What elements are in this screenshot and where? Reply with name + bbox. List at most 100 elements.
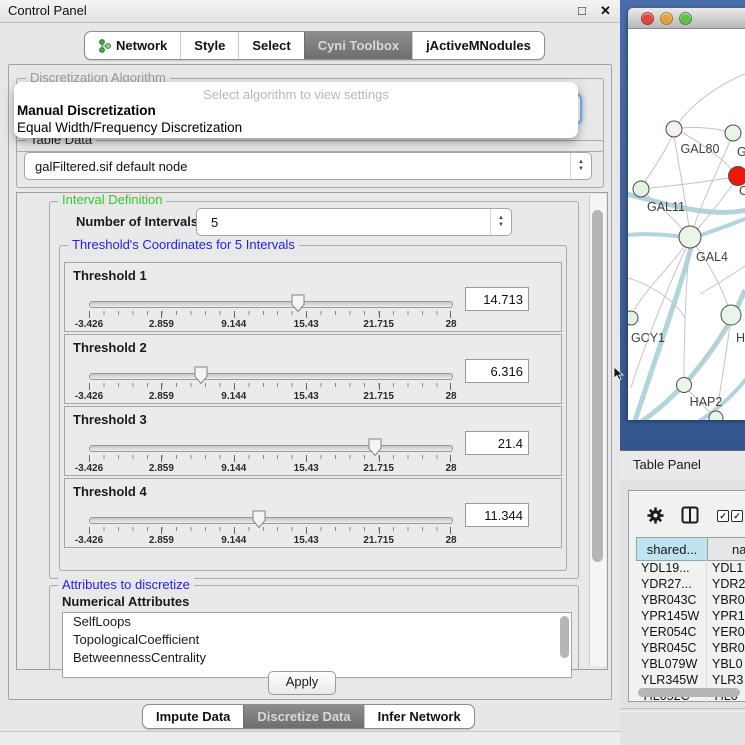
checkbox-icon[interactable]: ✓ [731,510,743,522]
columns-icon[interactable] [681,506,699,524]
float-window-icon[interactable]: □ [578,3,586,18]
table-cell-shared-name[interactable]: YBR043C [636,592,707,608]
mouse-cursor [613,366,624,381]
table-cell-name[interactable]: YER0 [707,624,745,640]
network-node[interactable] [725,125,741,141]
slider-ticks [89,527,451,534]
network-edge[interactable] [644,136,672,183]
threshold-4-value-field[interactable] [465,503,529,527]
bottom-strip [0,731,620,745]
table-data-combobox[interactable]: galFiltered.sif default node ▲ ▼ [24,152,592,180]
number-of-intervals-label: Number of Intervals [76,214,198,229]
tab-jactivemnodules[interactable]: jActiveMNodules [412,32,544,59]
number-of-intervals-value: 5 [197,215,490,230]
network-edge[interactable] [649,178,728,188]
threshold-3-slider[interactable]: -3.426 2.859 9.144 15.43 21.715 28 [89,437,451,473]
zoom-traffic-light[interactable] [679,12,692,25]
network-node[interactable] [628,311,638,325]
combo-stepper-icon[interactable]: ▲ ▼ [570,153,591,179]
slider-track[interactable] [89,517,453,524]
minimize-traffic-light[interactable] [660,12,673,25]
threshold-1-label: Threshold 1 [73,268,147,283]
list-item[interactable]: BetweennessCentrality [63,649,571,667]
list-item[interactable]: TopologicalCoefficient [63,631,571,649]
table-panel-title: Table Panel [633,457,701,472]
slider-track[interactable] [89,373,453,380]
network-edge[interactable] [631,248,686,388]
table-cell-shared-name[interactable]: YDR27... [636,576,707,592]
column-header-name[interactable]: na [707,537,745,561]
table-cell-shared-name[interactable]: YLR345W [636,672,707,688]
network-edge[interactable] [698,184,733,229]
slider-track[interactable] [89,445,453,452]
screen: Control Panel □ ✕ Network Style Select C… [0,0,745,745]
threshold-1-value-field[interactable] [465,287,529,311]
network-node[interactable] [721,305,741,325]
checkbox-icon[interactable]: ✓ [717,510,729,522]
tab-network[interactable]: Network [85,32,180,59]
combo-stepper-icon[interactable]: ▲ ▼ [490,209,511,235]
tab-discretize-data[interactable]: Discretize Data [243,705,363,728]
network-node[interactable] [666,121,682,137]
tab-infer-network[interactable]: Infer Network [364,705,474,728]
network-node-label: GAL80 [681,142,720,156]
network-node[interactable] [679,226,701,248]
table-cell-name[interactable]: YPR1 [707,608,745,624]
numerical-attributes-list: SelfLoops TopologicalCoefficient Between… [62,612,572,678]
table-cell-name[interactable]: YDR2 [707,576,745,592]
network-node[interactable] [633,181,649,197]
table-cell-shared-name[interactable]: YBR045C [636,640,707,656]
table-browser-box: ✓ ✓ shared... na YDL19...YDL1YDR27...YDR… [628,490,745,702]
tab-style[interactable]: Style [180,32,238,59]
threshold-3-value-field[interactable] [465,431,529,455]
network-edge[interactable] [700,266,745,294]
algorithm-option-manual[interactable]: Manual Discretization [17,103,156,118]
settings-scrollbar-track[interactable] [589,194,606,666]
column-header-shared-name[interactable]: shared... [636,537,708,561]
table-cell-shared-name[interactable]: YDL19... [636,560,707,576]
list-item[interactable]: SelfLoops [63,613,571,631]
table-cell-name[interactable]: YBL0 [707,656,745,672]
threshold-1-slider[interactable]: -3.426 2.859 9.144 15.43 21.715 28 [89,293,451,329]
tab-cyni-toolbox[interactable]: Cyni Toolbox [304,32,412,59]
network-window-titlebar[interactable] [628,8,745,29]
network-node[interactable] [709,411,723,420]
list-scrollbar[interactable] [560,616,569,658]
network-node[interactable] [677,378,692,393]
apply-button[interactable]: Apply [268,671,336,695]
threshold-2-slider[interactable]: -3.426 2.859 9.144 15.43 21.715 28 [89,365,451,401]
tab-impute-data-label: Impute Data [156,709,230,724]
algorithm-option-equal-width[interactable]: Equal Width/Frequency Discretization [17,120,242,135]
slider-tick-labels: -3.426 2.859 9.144 15.43 21.715 28 [89,463,451,475]
tab-style-label: Style [194,38,225,53]
number-of-intervals-combobox[interactable]: 5 ▲ ▼ [196,208,512,236]
table-cell-shared-name[interactable]: YPR145W [636,608,707,624]
threshold-4-slider[interactable]: -3.426 2.859 9.144 15.43 21.715 28 [89,509,451,545]
network-edge[interactable] [682,127,725,131]
network-edge[interactable] [678,74,745,124]
threshold-1-panel: Threshold 1 -3.426 2.859 9.144 15.43 21.… [64,262,562,332]
close-traffic-light[interactable] [641,12,654,25]
table-cell-shared-name[interactable]: YER054C [636,624,707,640]
network-edge[interactable] [628,234,682,237]
algorithm-placeholder: Select algorithm to view settings [14,87,578,102]
table-hscrollbar-thumb[interactable] [638,688,740,697]
cyni-bottom-tabbar: Impute Data Discretize Data Infer Networ… [142,704,475,729]
table-cell-name[interactable]: YBR0 [707,592,745,608]
tab-select[interactable]: Select [238,32,303,59]
settings-scrollbar-thumb[interactable] [592,210,603,562]
table-cell-name[interactable]: YBR0 [707,640,745,656]
table-cell-name[interactable]: YLR3 [707,672,745,688]
table-cell-shared-name[interactable]: YBL079W [636,656,707,672]
close-window-icon[interactable]: ✕ [600,3,611,19]
threshold-4-label: Threshold 4 [73,484,147,499]
network-graph[interactable]: GAL80GACGAL11GAL4GCY1HHAP2 [628,28,745,420]
threshold-2-value-field[interactable] [465,359,529,383]
slider-ticks [89,455,451,462]
table-cell-name[interactable]: YDL1 [707,560,745,576]
gear-icon[interactable] [647,507,664,524]
network-node[interactable] [729,167,745,186]
control-panel-title: Control Panel [8,3,87,18]
slider-track[interactable] [89,301,453,308]
tab-impute-data[interactable]: Impute Data [143,705,243,728]
